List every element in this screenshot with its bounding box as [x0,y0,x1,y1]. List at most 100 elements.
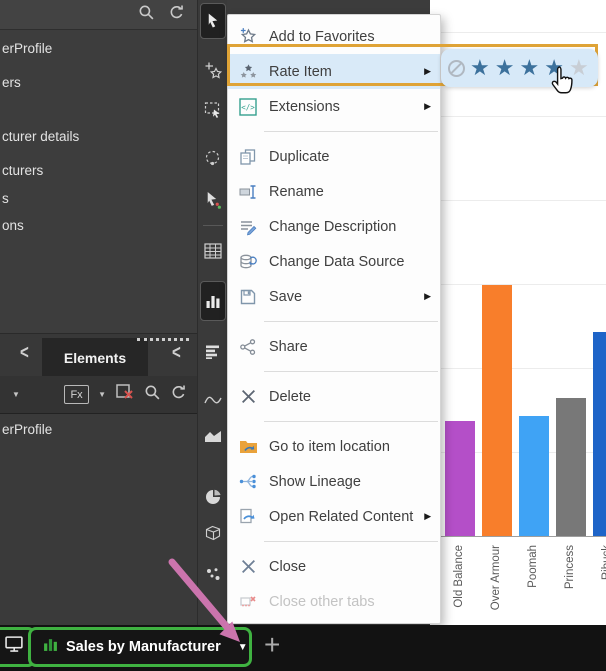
h-bar-chart-tool[interactable] [205,344,221,360]
strip-divider [203,225,223,226]
related-icon [238,507,258,527]
cube-chart-tool[interactable] [204,525,221,542]
refresh-icon[interactable] [170,384,187,406]
bar-princess [556,398,586,536]
search-icon[interactable] [144,384,161,406]
collapse-right-icon[interactable]: < [172,341,181,363]
share-icon [238,337,258,357]
menu-item-save[interactable]: Save ▶ [228,279,440,314]
menu-item-close-other-tabs: Close other tabs [228,584,440,619]
bar-ribuck [593,332,606,536]
menu-item-label: Save [269,289,413,305]
bar-chart-icon [43,637,58,657]
x-axis-label: Poomah [527,545,539,588]
explorer-item[interactable]: ons [2,218,24,233]
menu-item-go-to-item-location[interactable]: Go to item location [228,429,440,464]
menu-item-open-related-content[interactable]: Open Related Content▶ [228,499,440,534]
pie-chart-tool[interactable] [205,489,221,505]
explorer-item[interactable]: erProfile [2,41,52,56]
duplicate-icon [238,147,258,167]
elements-toolbar: ▼ Fx ▼ [0,376,197,414]
new-tab-button[interactable]: + [264,629,280,661]
fx-icon[interactable]: Fx [64,385,89,404]
circle-slash-icon[interactable] [448,60,465,77]
line-chart-tool[interactable] [204,393,222,407]
menu-item-label: Delete [269,389,431,405]
rename-icon [238,182,258,202]
smart-select-tool[interactable] [204,191,221,209]
submenu-arrow-icon: ▶ [424,66,431,77]
close-x-icon [238,557,258,577]
marquee-select-tool[interactable] [204,102,222,119]
menu-item-change-data-source[interactable]: Change Data Source [228,244,440,279]
explorer-item[interactable]: cturers [2,163,43,178]
menu-item-label: Extensions [269,99,413,115]
bottom-tab-bar: Sales by Manufacturer ▼ [0,625,606,671]
menu-item-label: Rename [269,184,431,200]
chevron-down-icon[interactable]: ▼ [238,642,248,653]
hand-cursor-icon [549,65,576,101]
rate-stars-icon [238,62,258,82]
submenu-arrow-icon: ▶ [424,511,431,522]
menu-item-label: Duplicate [269,149,431,165]
menu-item-share[interactable]: Share [228,329,440,364]
menu-separator [264,321,438,322]
menu-item-extensions[interactable]: </> Extensions ▶ [228,89,440,124]
menu-item-delete[interactable]: Delete [228,379,440,414]
lasso-select-tool[interactable] [204,150,221,167]
submenu-arrow-icon: ▶ [424,101,431,112]
pointer-tool[interactable] [205,13,220,30]
menu-item-rate-item[interactable]: Rate Item▶ [228,54,440,89]
bar-poomah [519,416,549,536]
folder-arrow-icon [238,437,258,457]
menu-item-rename[interactable]: Rename [228,174,440,209]
scatter-chart-tool[interactable] [205,567,221,581]
crosshair-annotate-tool[interactable] [204,61,222,79]
menu-item-change-description[interactable]: Change Description [228,209,440,244]
gridline [430,200,606,201]
x-axis-label: Princess [564,545,576,589]
tab-sales-by-manufacturer[interactable]: Sales by Manufacturer ▼ [28,627,252,667]
elements-list: erProfile [0,414,197,625]
fx-dropdown-icon[interactable]: ▼ [98,390,106,399]
gridline [430,284,606,285]
menu-item-show-lineage[interactable]: Show Lineage [228,464,440,499]
tab-elements[interactable]: Elements [42,338,148,377]
code-icon: </> [238,97,258,117]
menu-item-label: Close [269,559,431,575]
explorer-panel: erProfileerscturer detailscturerssons < … [0,0,197,625]
rating-star-3[interactable]: ★ [519,58,539,78]
explorer-item[interactable]: cturer details [2,129,79,144]
area-chart-tool[interactable] [204,429,222,443]
elements-item[interactable]: erProfile [2,422,52,437]
menu-separator [264,421,438,422]
gridline [430,32,606,33]
drag-handle-icon[interactable] [137,338,189,341]
menu-item-close[interactable]: Close [228,549,440,584]
explorer-toolbar [0,0,197,30]
gridline [430,368,606,369]
context-menu: Add to FavoritesRate Item▶ </> Extensions ▶… [227,14,441,624]
submenu-arrow-icon: ▶ [424,291,431,302]
explorer-item[interactable]: ers [2,75,21,90]
menu-item-duplicate[interactable]: Duplicate [228,139,440,174]
refresh-icon[interactable] [168,4,185,26]
bar-chart-tool[interactable] [205,293,221,309]
table-tool[interactable] [204,243,222,259]
clear-element-icon[interactable] [115,383,135,406]
close-tabs-icon [238,592,258,612]
x-axis-label: Ribuck [601,545,606,580]
explorer-item[interactable]: s [2,191,9,206]
menu-item-label: Share [269,339,431,355]
star-plus-icon [238,27,258,47]
rating-star-2[interactable]: ★ [495,58,515,78]
active-tab-label: Sales by Manufacturer [66,639,221,655]
search-icon[interactable] [138,4,155,26]
rating-star-1[interactable]: ★ [470,58,490,78]
menu-item-label: Change Data Source [269,254,431,270]
lineage-icon [238,472,258,492]
monitor-icon [5,636,24,658]
collapse-left-icon[interactable]: < [20,341,29,363]
menu-item-add-to-favorites[interactable]: Add to Favorites [228,19,440,54]
list-dropdown-icon[interactable]: ▼ [12,390,20,399]
